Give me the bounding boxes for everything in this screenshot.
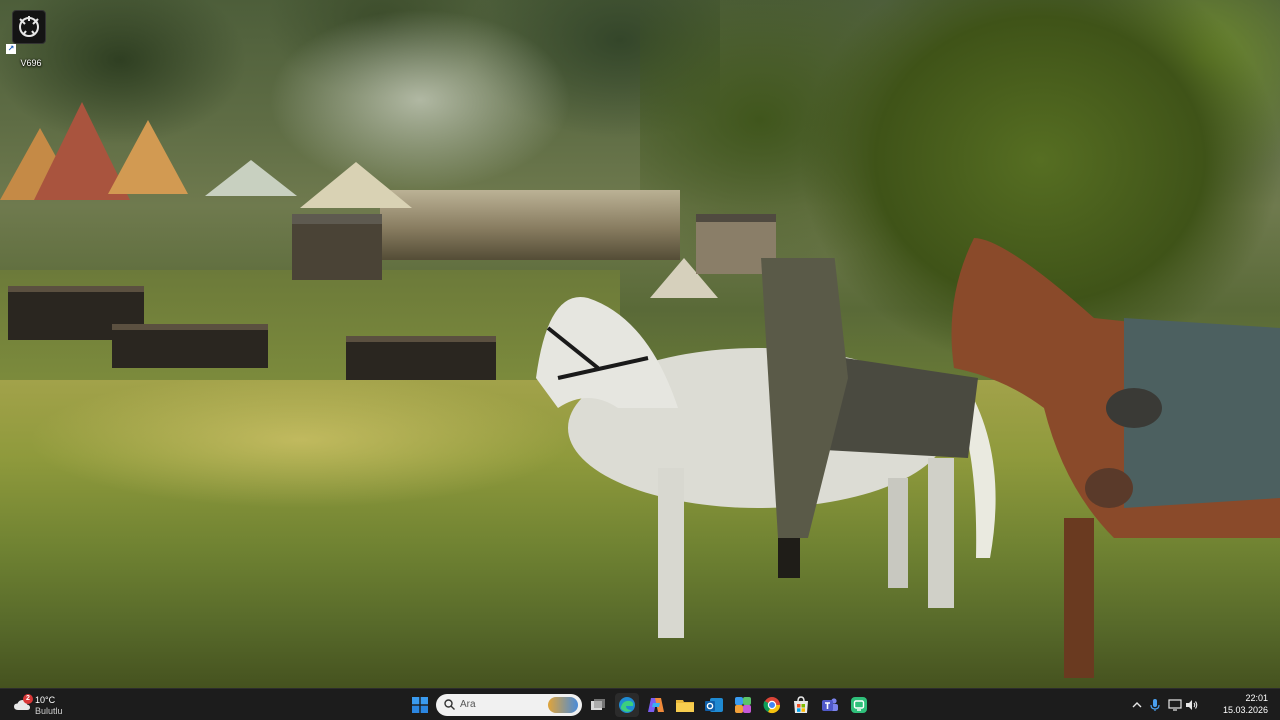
display-icon[interactable] xyxy=(1168,698,1182,712)
tent xyxy=(205,160,297,196)
weather-widget[interactable]: 2 10°C Bulutlu xyxy=(8,691,98,719)
weather-temperature: 10°C xyxy=(35,695,56,705)
shortcut-arrow-icon: ↗ xyxy=(6,44,16,54)
hut xyxy=(292,214,382,280)
desktop-shortcut-v696[interactable]: ↗ V696 xyxy=(6,6,50,68)
clock-date: 15.03.2026 xyxy=(1222,705,1268,715)
dark-tent xyxy=(112,324,268,368)
teams-icon[interactable] xyxy=(818,693,842,717)
folder-icon[interactable] xyxy=(673,693,697,717)
clock-time: 22:01 xyxy=(1245,693,1268,703)
chrome-icon[interactable] xyxy=(760,693,784,717)
windows-start-icon[interactable] xyxy=(408,693,432,717)
search-box[interactable]: Ara xyxy=(436,694,582,716)
tent xyxy=(300,162,412,208)
m365-copilot-icon[interactable] xyxy=(731,693,755,717)
copilot-icon[interactable] xyxy=(644,693,668,717)
microphone-icon[interactable] xyxy=(1148,698,1162,712)
outlook-icon[interactable] xyxy=(702,693,726,717)
notification-badge: 2 xyxy=(23,694,33,704)
app-icon xyxy=(12,10,46,44)
store-icon[interactable] xyxy=(789,693,813,717)
tent xyxy=(108,120,188,194)
desktop-icon-label: V696 xyxy=(20,58,42,68)
taskbar: 2 10°C Bulutlu Ara 22:01 15.03.2026 xyxy=(0,688,1280,720)
weather-condition: Bulutlu xyxy=(35,706,63,716)
search-highlight-icon xyxy=(548,697,578,713)
desktop-wallpaper xyxy=(0,0,1280,688)
clock[interactable]: 22:01 15.03.2026 xyxy=(1223,692,1268,716)
camp-tents-row xyxy=(380,190,680,260)
volume-icon[interactable] xyxy=(1185,698,1199,712)
brown-horse xyxy=(951,238,1280,678)
taskbar-center: Ara xyxy=(408,689,878,720)
app-green-icon[interactable] xyxy=(847,693,871,717)
edge-browser-icon[interactable] xyxy=(615,693,639,717)
white-horse-rider xyxy=(536,258,996,638)
system-tray: 22:01 15.03.2026 xyxy=(1130,689,1280,720)
task-view-icon[interactable] xyxy=(586,693,610,717)
chevron-up-icon[interactable] xyxy=(1130,698,1144,712)
search-placeholder: Ara xyxy=(460,699,476,710)
search-icon xyxy=(444,699,455,710)
